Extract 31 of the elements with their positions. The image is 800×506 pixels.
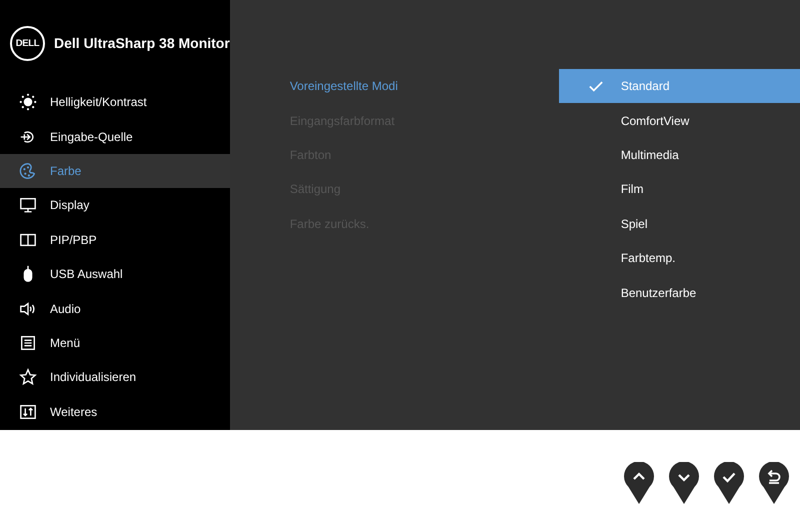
menu-item[interactable]: Audio [0, 291, 230, 326]
submenu-item[interactable]: Voreingestellte Modi [290, 69, 559, 104]
menu-item[interactable]: Display [0, 188, 230, 223]
back-button[interactable] [759, 462, 789, 504]
check-icon [588, 80, 603, 92]
speaker-icon [19, 300, 37, 318]
down-button[interactable] [669, 462, 699, 504]
option-item[interactable]: Multimedia [558, 138, 800, 172]
menu-item[interactable]: Individualisieren [0, 360, 230, 395]
menu-item[interactable]: Menü [0, 326, 230, 360]
up-button[interactable] [624, 462, 654, 504]
menu-item[interactable]: PIP/PBP [0, 222, 230, 257]
logo: DELL [10, 26, 45, 60]
menu-item[interactable]: Farbe [0, 154, 230, 188]
menu-item[interactable]: Eingabe-Quelle [0, 119, 230, 154]
menu-item[interactable]: Weiteres [0, 394, 230, 429]
list-icon [19, 334, 37, 352]
option-item[interactable]: Benutzerfarbe [558, 275, 800, 310]
palette-icon [19, 162, 37, 180]
sliders-icon [19, 402, 37, 421]
option-item[interactable]: Spiel [558, 206, 800, 241]
option-item[interactable]: ComfortView [558, 103, 800, 138]
option-item[interactable]: Film [558, 172, 800, 207]
menu-item[interactable]: USB Auswahl [0, 256, 230, 292]
option-item[interactable]: Farbtemp. [558, 240, 800, 276]
monitor-title: Dell UltraSharp 38 Monitor [54, 35, 230, 51]
star-icon [19, 368, 37, 386]
sun-icon [19, 93, 37, 112]
monitor-icon [19, 196, 37, 214]
confirm-button[interactable] [714, 462, 744, 504]
menu-item[interactable]: Helligkeit/Kontrast [0, 85, 230, 120]
